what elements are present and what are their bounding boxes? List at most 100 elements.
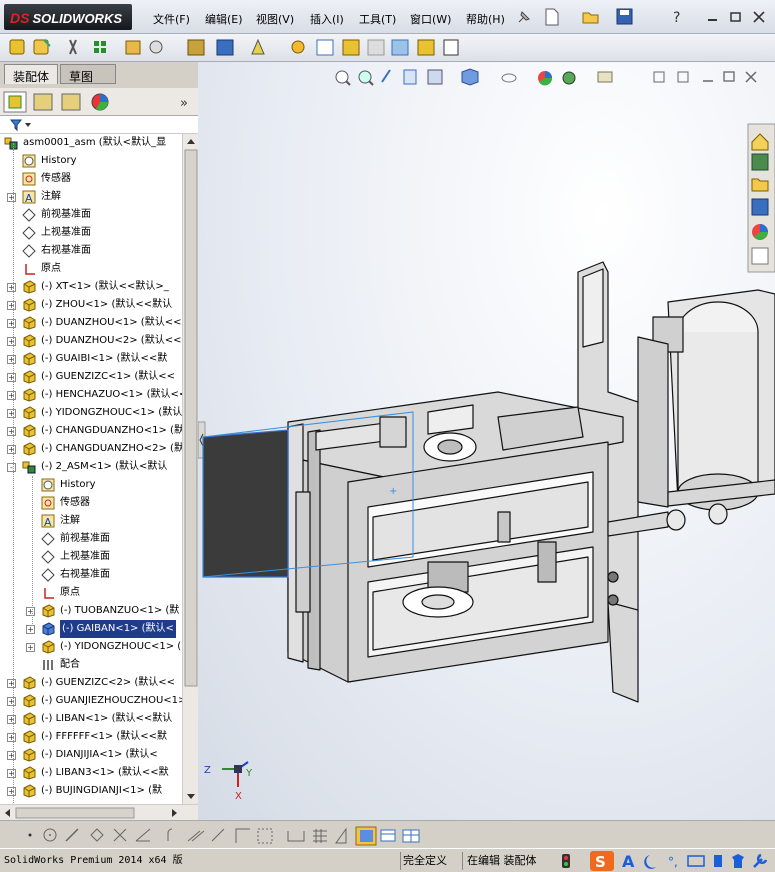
construction-geometry-icon[interactable] [257,828,273,844]
tree-item[interactable]: + (-) XT<1> (默认<<默认>_ [0,278,182,296]
mate-icon[interactable] [69,39,77,55]
expand-icon[interactable]: + [26,643,35,652]
menu-window[interactable]: 窗口(W) [410,11,451,27]
tree-item[interactable]: History [0,476,182,494]
view-settings-icon[interactable] [597,71,613,83]
tree-item[interactable]: + (-) GAIBAN<1> (默认< [0,620,182,638]
angular-dimension-icon[interactable] [335,827,347,844]
expand-icon[interactable]: + [7,769,16,778]
viewport-restore-icon[interactable] [723,71,735,82]
previous-view-icon[interactable] [381,69,391,83]
expand-icon[interactable]: + [7,679,16,688]
tree-filter-bar[interactable] [0,116,198,134]
tree-item[interactable]: 原点 [0,260,182,278]
punctuation-icon[interactable]: °, [668,855,678,869]
tree-item[interactable]: + (-) LIBAN<1> (默认<<默认 [0,710,182,728]
mirror-entities-icon[interactable] [211,828,225,842]
reference-geometry-icon[interactable] [251,38,265,55]
tree-item[interactable]: 右视基准面 [0,566,182,584]
expand-icon[interactable]: + [26,607,35,616]
tree-item[interactable]: + (-) BUJINGDIANJI<1> (默 [0,782,182,800]
expand-icon[interactable]: + [7,751,16,760]
menu-view[interactable]: 视图(V) [256,11,294,27]
minimize-icon[interactable] [706,10,720,24]
close-icon[interactable] [752,10,766,24]
tree-item[interactable]: + (-) GUAIBI<1> (默认<<默 [0,350,182,368]
open-folder-icon[interactable] [582,8,600,26]
tree-item[interactable]: 配合 [0,656,182,674]
tree-item[interactable]: + (-) DUANZHOU<2> (默认<< [0,332,182,350]
moon-icon[interactable] [644,855,656,869]
expand-icon[interactable]: + [7,715,16,724]
tree-item[interactable]: - (-) 2_ASM<1> (默认<默认 [0,458,182,476]
insert-component-icon[interactable] [9,39,25,55]
expand-icon[interactable]: + [7,391,16,400]
tree-item[interactable]: + A 注解 [0,188,182,206]
section-view-icon[interactable] [403,69,417,85]
apply-scene-icon[interactable] [562,71,576,85]
settings-wrench-icon[interactable] [753,853,768,868]
viewport-tile-left-icon[interactable] [653,71,665,83]
smart-dimension-icon[interactable] [287,831,305,842]
display-panel-icon[interactable] [380,829,396,842]
tab-sketch[interactable]: 草图 [60,64,116,84]
table-icon[interactable] [402,829,420,843]
feature-manager-icon[interactable] [3,91,27,113]
tree-item[interactable]: 传感器 [0,170,182,188]
zoom-to-fit-icon[interactable] [335,70,351,86]
rectangle-tool-icon[interactable] [235,828,250,843]
solidworks-logo[interactable]: DS SOLIDWORKS [4,4,132,30]
tree-item[interactable]: 前视基准面 [0,530,182,548]
collapse-icon[interactable]: - [7,463,16,472]
bill-of-materials-icon[interactable] [316,39,334,56]
expand-icon[interactable]: + [7,697,16,706]
tree-item[interactable]: + (-) LIBAN3<1> (默认<<默 [0,764,182,782]
tree-item[interactable]: 上视基准面 [0,224,182,242]
viewport-tile-right-icon[interactable] [677,71,689,83]
view-orientation-icon[interactable] [427,69,443,85]
new-document-icon[interactable] [544,8,560,26]
tree-item[interactable]: + (-) GUENZIZC<1> (默认<< [0,368,182,386]
tree-item[interactable]: A 注解 [0,512,182,530]
zoom-area-icon[interactable] [358,70,374,86]
tree-item[interactable]: + (-) GUANJIEZHOUCZHOU<1> [0,692,182,710]
skin-icon[interactable] [732,854,744,868]
expand-icon[interactable]: + [7,319,16,328]
menu-tools[interactable]: 工具(T) [359,11,396,27]
new-motion-study-icon[interactable] [291,40,305,54]
expand-icon[interactable]: + [7,193,16,202]
interference-detection-icon[interactable] [391,39,409,56]
filter-icon[interactable] [0,116,40,134]
line-tool-icon[interactable] [65,828,79,842]
edit-appearance-icon[interactable] [538,71,553,86]
restore-icon[interactable] [729,10,743,24]
display-manager-icon[interactable] [91,93,109,111]
tree-item[interactable]: 前视基准面 [0,206,182,224]
expand-icon[interactable]: + [7,355,16,364]
linear-pattern-icon[interactable] [94,41,106,53]
new-part-icon[interactable] [33,39,51,55]
tree-item[interactable]: History [0,152,182,170]
exploded-view-icon[interactable] [342,39,360,56]
sketch-fillet-icon[interactable] [167,828,173,841]
custom-properties-icon[interactable] [751,247,769,265]
menu-file[interactable]: 文件(F) [153,11,190,27]
menu-help[interactable]: 帮助(H) [466,11,505,27]
configuration-manager-icon[interactable] [61,93,81,111]
design-library-icon[interactable] [751,153,769,171]
expand-icon[interactable]: + [7,409,16,418]
file-explorer-icon[interactable] [751,178,769,192]
tree-item[interactable]: asm0001_asm (默认<默认_显 [0,134,182,152]
expand-icon[interactable]: + [7,787,16,796]
grid-icon[interactable] [313,829,327,843]
assembly-features-icon[interactable] [216,39,234,56]
tree-vertical-scrollbar[interactable] [182,134,198,804]
tree-item[interactable]: + (-) DUANZHOU<1> (默认<< [0,314,182,332]
input-method-logo-icon[interactable]: S [590,851,614,871]
expand-icon[interactable]: + [7,373,16,382]
offset-entities-icon[interactable] [187,830,205,842]
tab-assembly[interactable]: 装配体 [4,64,59,84]
tree-item[interactable]: 右视基准面 [0,242,182,260]
pin-icon[interactable] [516,9,532,25]
save-icon[interactable] [616,8,634,26]
